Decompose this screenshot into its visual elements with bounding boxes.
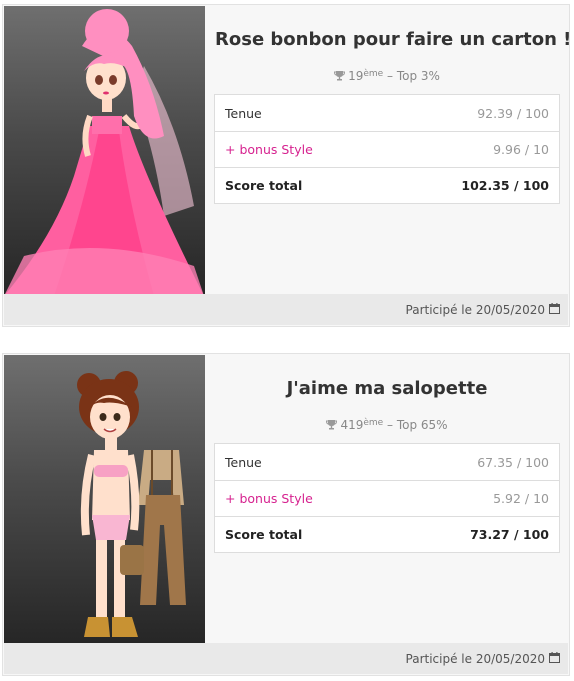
score-row-total: Score total 102.35 / 100 xyxy=(215,167,559,203)
rank-info: 19ème – Top 3% xyxy=(215,69,559,84)
score-value: 73.27 / 100 xyxy=(470,527,549,542)
trophy-icon xyxy=(334,70,346,84)
participation-footer: Participé le 20/05/2020 xyxy=(4,294,568,325)
score-label: Score total xyxy=(225,527,303,542)
avatar-pink-dress-illustration xyxy=(4,9,204,295)
participation-footer: Participé le 20/05/2020 xyxy=(4,643,568,674)
entry-title: Rose bonbon pour faire un carton ! xyxy=(215,29,572,50)
score-label: Tenue xyxy=(225,454,262,470)
calendar-icon xyxy=(549,302,560,317)
score-value: 67.35 / 100 xyxy=(477,454,549,470)
score-row-tenue: Tenue 92.39 / 100 xyxy=(215,95,559,131)
score-table: Tenue 67.35 / 100 + bonus Style 5.92 / 1… xyxy=(214,443,560,553)
rank-number: 419 xyxy=(340,418,364,432)
score-table: Tenue 92.39 / 100 + bonus Style 9.96 / 1… xyxy=(214,94,560,204)
score-value: 9.96 / 10 xyxy=(493,142,549,157)
score-value: 5.92 / 10 xyxy=(493,491,549,506)
score-row-bonus-style: + bonus Style 9.96 / 10 xyxy=(215,131,559,167)
rank-suffix: ème xyxy=(363,69,384,79)
avatar-image[interactable] xyxy=(4,355,205,644)
score-row-bonus-style: + bonus Style 5.92 / 10 xyxy=(215,480,559,516)
rank-top: – Top 3% xyxy=(383,69,440,83)
score-value: 102.35 / 100 xyxy=(461,178,549,193)
contest-entry-card[interactable]: Rose bonbon pour faire un carton ! 19ème… xyxy=(2,4,572,327)
score-label: Score total xyxy=(225,178,303,193)
entry-title: J'aime ma salopette xyxy=(286,378,488,399)
score-row-tenue: Tenue 67.35 / 100 xyxy=(215,444,559,480)
contest-entry-card[interactable]: J'aime ma salopette 419ème – Top 65% Ten… xyxy=(2,353,570,676)
avatar-overalls-illustration xyxy=(77,371,186,637)
calendar-icon xyxy=(549,651,560,666)
score-row-total: Score total 73.27 / 100 xyxy=(215,516,559,552)
score-label: + bonus Style xyxy=(225,142,313,157)
participation-date: Participé le 20/05/2020 xyxy=(405,651,545,666)
rank-info: 419ème – Top 65% xyxy=(215,418,559,433)
trophy-icon xyxy=(326,419,338,433)
score-label: + bonus Style xyxy=(225,491,313,506)
participation-date: Participé le 20/05/2020 xyxy=(405,302,545,317)
rank-suffix: ème xyxy=(363,418,384,428)
rank-top: – Top 65% xyxy=(383,418,448,432)
avatar-image[interactable] xyxy=(4,6,205,295)
score-value: 92.39 / 100 xyxy=(477,105,549,121)
rank-number: 19 xyxy=(348,69,364,83)
score-label: Tenue xyxy=(225,105,262,121)
